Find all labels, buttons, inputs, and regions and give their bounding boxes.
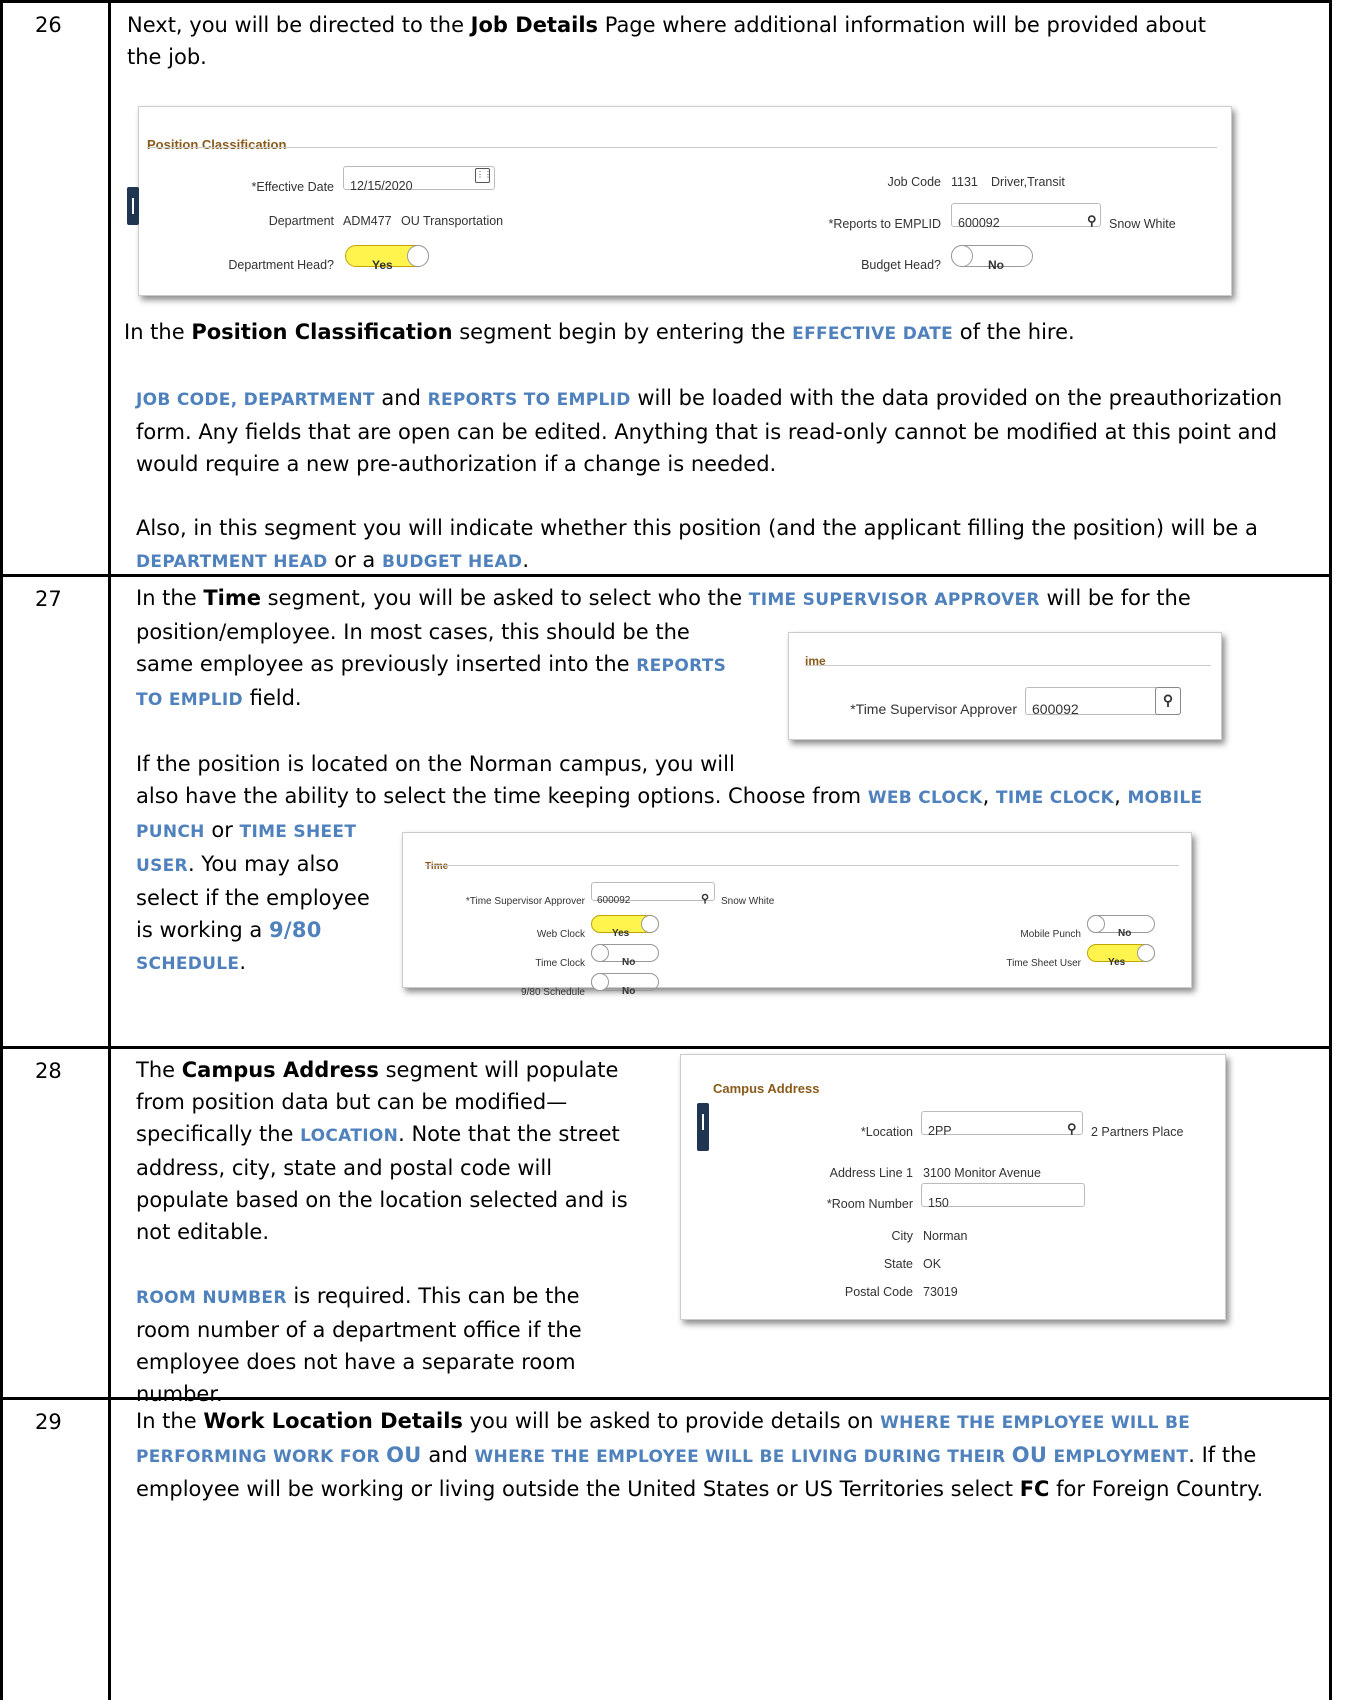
- toggle-knob: [407, 245, 429, 267]
- paragraph-1: In the Position Classification segment b…: [124, 320, 1075, 344]
- approver-label: *Time Supervisor Approver: [465, 896, 585, 907]
- reports-to-label: *Reports to EMPLID: [828, 217, 941, 231]
- location-label: *Location: [860, 1125, 913, 1139]
- toggle-knob: [591, 944, 609, 962]
- time-clock-label: Time Clock: [535, 958, 585, 969]
- effective-date-label: *Effective Date: [251, 180, 334, 194]
- toggle-knob: [641, 915, 659, 933]
- room-number-input[interactable]: 150: [921, 1183, 1085, 1210]
- approver-input[interactable]: 600092: [591, 882, 715, 906]
- search-icon[interactable]: ⚲: [1155, 687, 1181, 715]
- effective-date-input[interactable]: 12/15/2020: [343, 166, 495, 193]
- approver-label: *Time Supervisor Approver: [850, 701, 1017, 717]
- location-name: 2 Partners Place: [1091, 1125, 1184, 1139]
- step-number: 27: [3, 577, 111, 1046]
- budget-head-toggle[interactable]: No: [951, 245, 1033, 272]
- section-header: Campus Address: [713, 1081, 820, 1096]
- section-header: ime: [805, 654, 826, 668]
- time-options-screenshot: Time *Time Supervisor Approver 600092 ⚲ …: [402, 832, 1192, 998]
- search-icon[interactable]: ⚲: [1067, 1113, 1077, 1145]
- department-head-label: Department Head?: [228, 258, 334, 272]
- divider: [147, 147, 1217, 148]
- step-number: 26: [3, 3, 111, 574]
- side-collapse-tab[interactable]: [697, 1103, 709, 1151]
- step-intro: Next, you will be directed to the Job De…: [127, 13, 1206, 69]
- calendar-icon[interactable]: ⋮⋮: [475, 168, 492, 183]
- address-line-1-label: Address Line 1: [829, 1166, 913, 1180]
- job-code-label: Job Code: [887, 175, 941, 189]
- toggle-knob: [591, 973, 609, 991]
- paragraph-2: Job Code, Department and Reports To EMPL…: [136, 386, 1283, 476]
- section-header: Position Classification: [147, 137, 287, 152]
- schedule-toggle[interactable]: No: [591, 973, 659, 997]
- mobile-punch-toggle[interactable]: No: [1087, 915, 1155, 939]
- job-code-name: Driver,Transit: [991, 175, 1065, 189]
- search-icon[interactable]: ⚲: [1087, 205, 1097, 237]
- postal-code-value: 73019: [923, 1285, 958, 1299]
- divider: [805, 665, 1211, 666]
- time-sheet-toggle[interactable]: Yes: [1087, 944, 1155, 968]
- row-29-text: In the Work Location Details you will be…: [136, 1409, 1264, 1501]
- section-header: Time: [425, 861, 449, 872]
- room-number-label: *Room Number: [826, 1197, 913, 1211]
- step-number: 29: [3, 1400, 111, 1700]
- time-sheet-label: Time Sheet User: [1006, 958, 1081, 969]
- step-number: 28: [3, 1049, 111, 1397]
- time-clock-toggle[interactable]: No: [591, 944, 659, 968]
- row-28-text: The Campus Address segment will populate…: [136, 1058, 628, 1406]
- mobile-punch-label: Mobile Punch: [1020, 929, 1081, 940]
- department-head-toggle[interactable]: Yes: [345, 245, 429, 272]
- job-code-value: 1131: [951, 175, 978, 189]
- reports-to-input[interactable]: 600092: [951, 203, 1101, 230]
- schedule-label: 9/80 Schedule: [521, 987, 585, 998]
- budget-head-label: Budget Head?: [861, 258, 941, 272]
- time-approver-screenshot: ime *Time Supervisor Approver 600092 ⚲: [788, 632, 1222, 740]
- search-icon[interactable]: ⚲: [701, 883, 709, 915]
- department-code: ADM477: [343, 214, 392, 228]
- department-label: Department: [268, 214, 334, 228]
- position-classification-screenshot: Position Classification *Effective Date …: [127, 106, 1232, 296]
- toggle-knob: [951, 245, 973, 267]
- campus-address-screenshot: Campus Address *Location 2PP ⚲ 2 Partner…: [680, 1054, 1226, 1320]
- web-clock-label: Web Clock: [536, 929, 585, 940]
- toggle-knob: [1087, 915, 1105, 933]
- postal-code-label: Postal Code: [844, 1285, 913, 1299]
- location-input[interactable]: 2PP: [921, 1111, 1083, 1138]
- row-26-paragraphs: In the Position Classification segment b…: [124, 316, 1324, 578]
- web-clock-toggle[interactable]: Yes: [591, 915, 659, 939]
- department-name: OU Transportation: [401, 214, 504, 228]
- divider: [425, 865, 1179, 866]
- approver-name: Snow White: [721, 896, 775, 907]
- toggle-knob: [1137, 944, 1155, 962]
- reports-to-name: Snow White: [1109, 217, 1176, 231]
- paragraph-3: Also, in this segment you will indicate …: [136, 516, 1258, 572]
- side-collapse-tab[interactable]: [127, 187, 139, 225]
